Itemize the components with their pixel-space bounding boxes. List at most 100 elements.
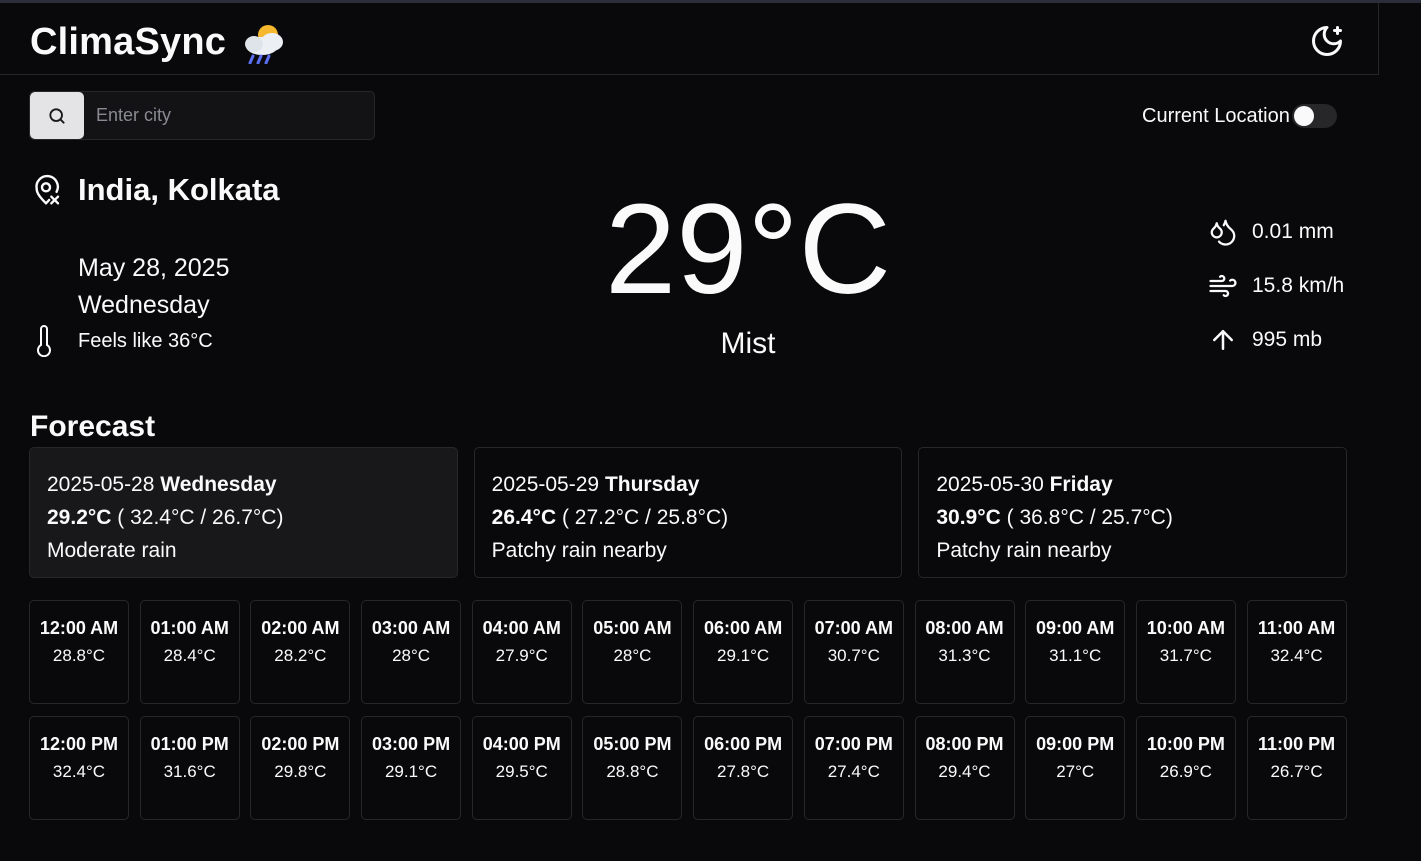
- hour-card: 06:00 AM 29.1°C: [693, 600, 794, 704]
- hour-temp: 29.1°C: [384, 762, 438, 781]
- hour-card: 08:00 AM 31.3°C: [914, 600, 1015, 704]
- hour-temp: 27.8°C: [717, 762, 770, 781]
- day-card[interactable]: 2025-05-28 Wednesday 29.2°C ( 32.4°C / 2…: [29, 447, 458, 578]
- weather-stats: 0.01 mm 15.8 km/h 995 mb: [1208, 205, 1344, 367]
- hour-temp: 31.1°C: [1049, 646, 1102, 665]
- hour-time: 04:00 PM: [482, 734, 561, 754]
- hour-card: 02:00 AM 28.2°C: [250, 600, 351, 704]
- day-weekday: Wednesday: [160, 473, 277, 496]
- hour-card: 05:00 PM 28.8°C: [582, 716, 683, 820]
- forecast-heading: Forecast: [30, 410, 156, 443]
- hourly-forecast: 12:00 AM 28.8°C 01:00 AM 28.4°C 02:00 AM 28.2…: [29, 600, 1347, 820]
- hour-temp: 26.9°C: [1159, 762, 1212, 781]
- hour-card: 11:00 PM 26.7°C: [1246, 716, 1347, 820]
- hour-temp: 28.4°C: [163, 646, 216, 665]
- hour-card: 11:00 AM 32.4°C: [1246, 600, 1347, 704]
- hour-temp: 28.2°C: [274, 646, 327, 665]
- hour-time: 08:00 AM: [925, 618, 1004, 638]
- hour-time: 07:00 PM: [814, 734, 893, 754]
- hour-time: 05:00 PM: [593, 734, 672, 754]
- pressure-value: 995 mb: [1252, 328, 1323, 351]
- hour-card: 04:00 PM 29.5°C: [471, 716, 572, 820]
- hour-temp: 29.4°C: [938, 762, 991, 781]
- hour-time: 09:00 AM: [1036, 618, 1115, 638]
- hour-card: 12:00 AM 28.8°C: [29, 600, 129, 704]
- hour-card: 01:00 PM 31.6°C: [139, 716, 240, 820]
- hour-time: 11:00 AM: [1257, 618, 1336, 638]
- hour-temp: 26.7°C: [1270, 762, 1323, 781]
- current-location-label: Current Location: [1142, 104, 1290, 127]
- day-card[interactable]: 2025-05-30 Friday 30.9°C ( 36.8°C / 25.7…: [918, 447, 1348, 578]
- hour-card: 03:00 AM 28°C: [361, 600, 462, 704]
- hour-time: 09:00 PM: [1036, 734, 1115, 754]
- moon-sparkle-icon: [1312, 26, 1342, 56]
- day-avg-temp: 29.2°C: [47, 506, 112, 529]
- hour-time: 10:00 AM: [1146, 618, 1226, 638]
- hour-card: 10:00 PM 26.9°C: [1135, 716, 1236, 820]
- hour-time: 07:00 AM: [814, 618, 893, 638]
- hour-temp: 28.8°C: [606, 762, 659, 781]
- hour-time: 05:00 AM: [593, 618, 672, 638]
- hour-temp: 28.8°C: [52, 646, 106, 665]
- day-card[interactable]: 2025-05-29 Thursday 26.4°C ( 27.2°C / 25…: [473, 447, 903, 578]
- feels-like-text: Feels like 36°C: [78, 329, 213, 352]
- hour-temp: 28°C: [392, 646, 431, 665]
- hour-time: 12:00 PM: [39, 734, 119, 754]
- day-condition: Moderate rain: [47, 539, 177, 562]
- hour-temp: 28°C: [613, 646, 652, 665]
- current-location-switch[interactable]: [1291, 104, 1337, 128]
- current-location-toggle: Current Location: [1142, 103, 1337, 129]
- hour-time: 03:00 AM: [371, 618, 451, 638]
- day-temp-range: ( 36.8°C / 25.7°C): [1000, 506, 1173, 529]
- hour-time: 03:00 PM: [372, 734, 451, 754]
- hour-card: 04:00 AM 27.9°C: [471, 600, 572, 704]
- wind-value: 15.8 km/h: [1252, 274, 1345, 297]
- day-condition: Patchy rain nearby: [936, 539, 1112, 562]
- precip-value: 0.01 mm: [1252, 220, 1334, 243]
- hour-time: 01:00 PM: [150, 734, 229, 754]
- hour-temp: 29.1°C: [717, 646, 770, 665]
- hour-card: 09:00 PM 27°C: [1025, 716, 1126, 820]
- hour-temp: 31.3°C: [938, 646, 991, 665]
- day-avg-temp: 30.9°C: [936, 506, 1001, 529]
- day-weekday: Friday: [1049, 473, 1113, 496]
- wind-icon: [1209, 274, 1237, 298]
- hour-card: 06:00 PM 27.8°C: [693, 716, 794, 820]
- thermometer-icon: [37, 325, 51, 357]
- search-bar: [29, 91, 375, 140]
- hour-time: 01:00 AM: [150, 618, 229, 638]
- hour-temp: 29.5°C: [495, 762, 548, 781]
- day-temp-range: ( 32.4°C / 26.7°C): [111, 506, 284, 529]
- sun-behind-rain-cloud-icon: [245, 24, 284, 64]
- hour-card: 07:00 AM 30.7°C: [803, 600, 904, 704]
- day-condition: Patchy rain nearby: [491, 539, 667, 562]
- search-button[interactable]: [30, 92, 84, 139]
- hour-temp: 30.7°C: [827, 646, 880, 665]
- hour-temp: 31.6°C: [163, 762, 216, 781]
- day-weekday: Thursday: [604, 473, 700, 496]
- hour-temp: 27.4°C: [827, 762, 880, 781]
- hour-temp: 29.8°C: [274, 762, 327, 781]
- feels-like: Feels like 36°C: [32, 325, 213, 357]
- hour-temp: 31.7°C: [1159, 646, 1212, 665]
- hour-card: 05:00 AM 28°C: [582, 600, 683, 704]
- hour-card: 01:00 AM 28.4°C: [139, 600, 240, 704]
- hour-time: 12:00 AM: [39, 618, 119, 638]
- hour-time: 04:00 AM: [482, 618, 561, 638]
- hour-time: 06:00 PM: [704, 734, 783, 754]
- app-title: ClimaSync: [30, 21, 227, 63]
- day-date: 2025-05-30: [936, 473, 1044, 496]
- day-avg-temp: 26.4°C: [491, 506, 557, 529]
- stat-wind: 15.8 km/h: [1208, 259, 1344, 313]
- hour-card: 10:00 AM 31.7°C: [1135, 600, 1236, 704]
- hour-temp: 27°C: [1056, 762, 1095, 781]
- location-heading: India, Kolkata: [30, 172, 280, 208]
- city-search-input[interactable]: [84, 92, 374, 139]
- hour-temp: 32.4°C: [1270, 646, 1323, 665]
- day-date: 2025-05-28: [47, 473, 155, 496]
- hour-time: 11:00 PM: [1258, 734, 1336, 754]
- hour-time: 10:00 PM: [1146, 734, 1225, 754]
- theme-toggle-button[interactable]: [1307, 21, 1347, 61]
- hour-time: 08:00 PM: [925, 734, 1004, 754]
- stat-precipitation: 0.01 mm: [1208, 205, 1344, 259]
